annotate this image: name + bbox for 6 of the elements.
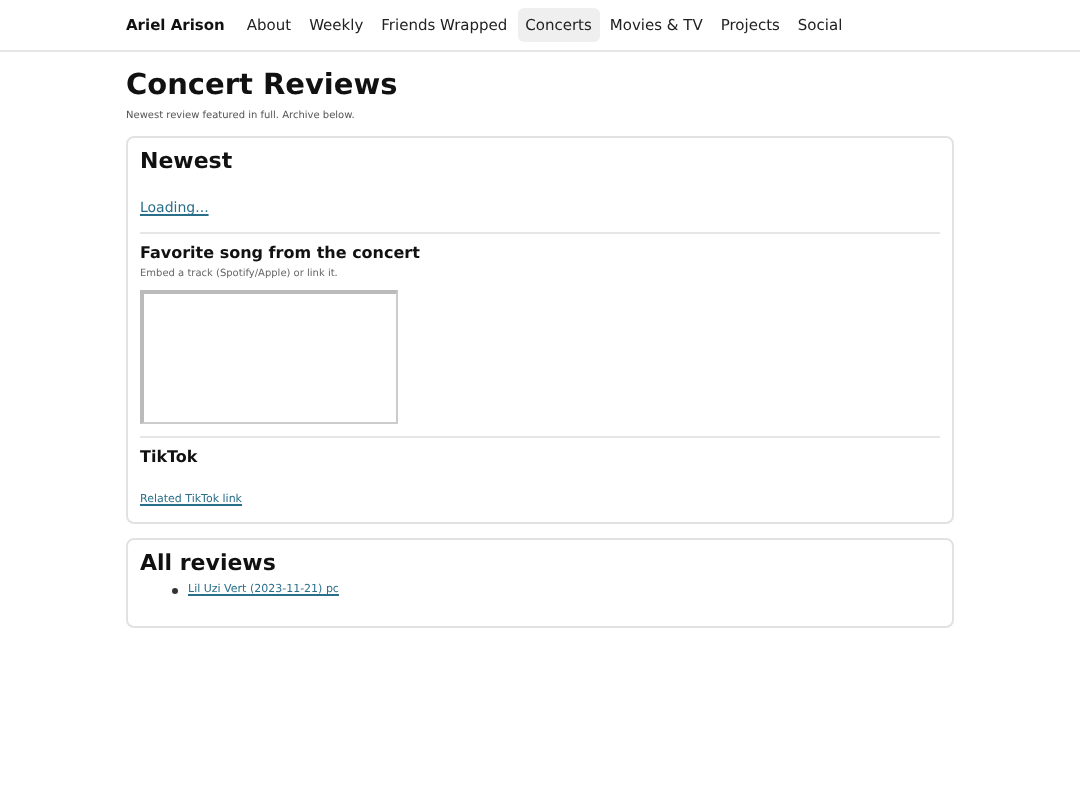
section-heading: Favorite song from the concert (140, 244, 422, 262)
section-heading: TikTok (140, 448, 200, 466)
section-heading: Newest (140, 148, 235, 174)
page-title: Concert Reviews (126, 70, 400, 102)
section-heading: All reviews (140, 550, 278, 576)
bullet-icon (172, 587, 178, 593)
